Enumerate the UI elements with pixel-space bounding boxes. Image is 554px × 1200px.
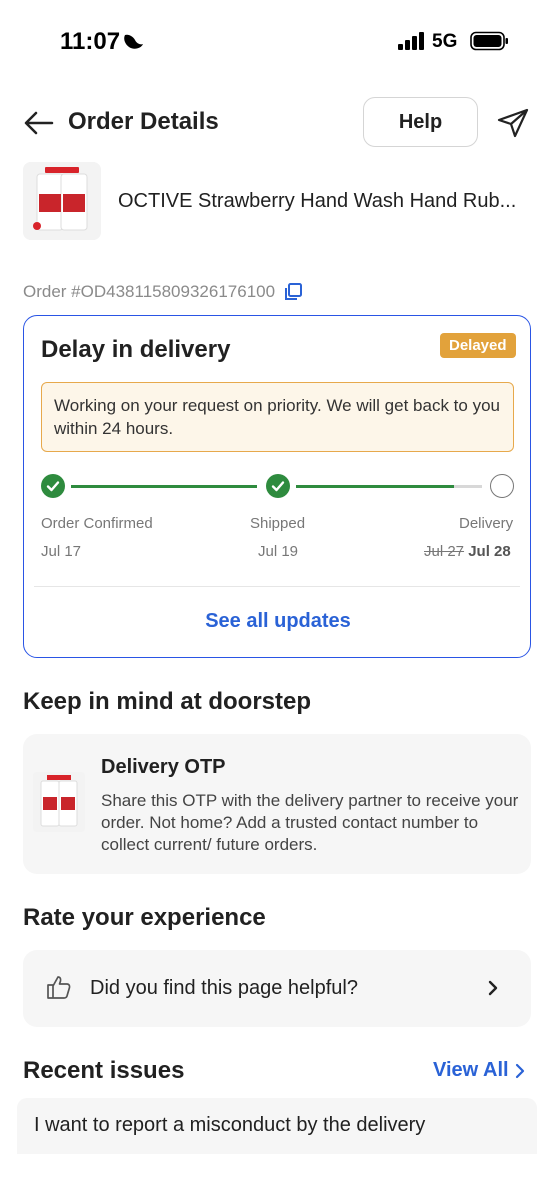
copy-icon[interactable]: [283, 282, 303, 302]
status-badge: Delayed: [440, 333, 516, 358]
product-bottles-image: [33, 772, 85, 832]
network-type: 5G: [432, 31, 458, 52]
progress-segment-1: [71, 485, 257, 488]
otp-product-image: [33, 772, 85, 832]
step-label-shipped: Shipped: [250, 515, 306, 532]
step-dot-order-confirmed: [41, 474, 65, 498]
check-icon: [271, 481, 285, 492]
thumbs-up-icon: [47, 976, 71, 999]
help-button[interactable]: Help: [363, 97, 478, 147]
recent-issues-title: Recent issues: [23, 1057, 185, 1084]
share-icon[interactable]: [496, 107, 530, 139]
status-bar: 11:07 5G: [0, 0, 554, 80]
delivery-status-card: Delay in delivery Delayed Working on you…: [23, 315, 531, 658]
page-helpful-feedback-card[interactable]: Did you find this page helpful?: [23, 950, 531, 1027]
otp-description: Share this OTP with the delivery partner…: [101, 791, 519, 854]
step-date-order-confirmed: Jul 17: [41, 543, 82, 560]
step-dot-shipped: [266, 474, 290, 498]
product-image[interactable]: [23, 162, 101, 240]
chevron-right-icon: [515, 1063, 524, 1078]
recent-issue-text: I want to report a misconduct by the del…: [34, 1114, 426, 1136]
revised-delivery-date: Jul 28: [468, 543, 511, 560]
view-all-issues-link[interactable]: View All: [433, 1059, 525, 1082]
page-title: Order Details: [68, 108, 219, 135]
step-label-order-confirmed: Order Confirmed: [41, 515, 153, 532]
recent-issue-item[interactable]: I want to report a misconduct by the del…: [17, 1098, 537, 1154]
moon-icon: [124, 34, 143, 49]
see-all-updates-link[interactable]: See all updates: [24, 610, 532, 633]
delivery-progress-tracker: [41, 474, 514, 504]
original-delivery-date: Jul 27: [424, 543, 465, 560]
view-all-label: View All: [433, 1059, 509, 1081]
chevron-right-icon: [488, 980, 498, 996]
order-id: Order #OD438115809326176100: [23, 282, 276, 301]
product-bottles-image: [23, 162, 101, 240]
rate-section-title: Rate your experience: [23, 904, 266, 931]
battery-icon: [470, 31, 508, 51]
delivery-status-title: Delay in delivery: [41, 336, 231, 363]
order-id-row: Order #OD438115809326176100: [23, 282, 303, 302]
signal-icon: [398, 32, 424, 50]
progress-segment-2-fill: [296, 485, 454, 488]
page-header: Order Details Help: [0, 96, 554, 152]
step-date-shipped: Jul 19: [258, 543, 299, 560]
step-label-delivery: Delivery: [459, 515, 514, 532]
feedback-question: Did you find this page helpful?: [90, 977, 358, 999]
status-time: 11:07: [60, 28, 121, 55]
divider: [34, 586, 520, 587]
delivery-otp-card: Delivery OTP Share this OTP with the del…: [23, 734, 531, 874]
back-arrow-icon[interactable]: [22, 108, 56, 138]
priority-notice: Working on your request on priority. We …: [41, 382, 514, 452]
otp-title: Delivery OTP: [101, 756, 226, 778]
step-date-delivery: Jul 27 Jul 28: [424, 543, 511, 560]
doorstep-section-title: Keep in mind at doorstep: [23, 688, 312, 715]
check-icon: [46, 481, 60, 492]
product-name[interactable]: OCTIVE Strawberry Hand Wash Hand Rub...: [118, 190, 538, 213]
step-dot-delivery: [490, 474, 514, 498]
